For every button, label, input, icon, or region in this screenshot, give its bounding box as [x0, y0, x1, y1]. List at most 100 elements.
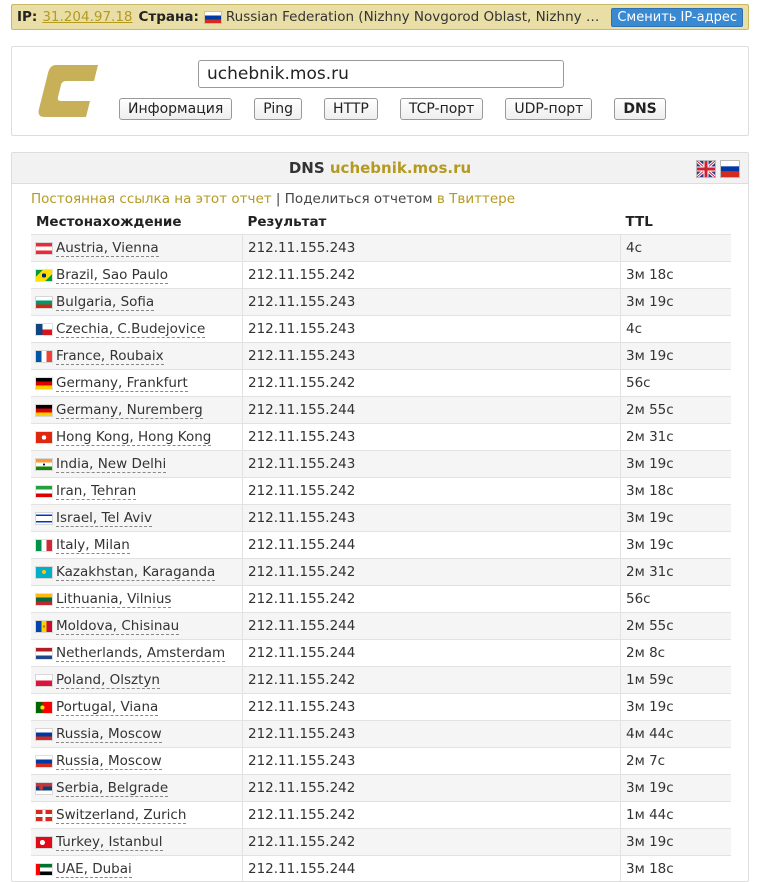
- location-link[interactable]: Serbia, Belgrade: [56, 780, 168, 797]
- results-header: DNS uchebnik.mos.ru: [12, 153, 748, 184]
- twitter-link[interactable]: в Твиттере: [437, 191, 515, 207]
- location-link[interactable]: Germany, Nuremberg: [56, 402, 203, 419]
- cz-flag-icon: [36, 324, 52, 335]
- result-cell: 212.11.155.242: [243, 370, 621, 397]
- table-row: Moldova, Chisinau212.11.155.2442м 55с: [31, 613, 731, 640]
- result-cell: 212.11.155.244: [243, 397, 621, 424]
- location-link[interactable]: Israel, Tel Aviv: [56, 510, 152, 527]
- table-row: Iran, Tehran212.11.155.2423м 18с: [31, 478, 731, 505]
- ttl-cell: 3м 19с: [621, 775, 732, 802]
- table-row: Switzerland, Zurich212.11.155.2421м 44с: [31, 802, 731, 829]
- location-link[interactable]: India, New Delhi: [56, 456, 166, 473]
- location-link[interactable]: Brazil, Sao Paulo: [56, 267, 168, 284]
- location-link[interactable]: Hong Kong, Hong Kong: [56, 429, 211, 446]
- location-cell: Germany, Nuremberg: [31, 397, 243, 424]
- ae-flag-icon: [36, 864, 52, 875]
- column-header-ttl: TTL: [621, 210, 732, 235]
- location-link[interactable]: Russia, Moscow: [56, 753, 162, 770]
- location-cell: Switzerland, Zurich: [31, 802, 243, 829]
- location-link[interactable]: Turkey, Istanbul: [56, 834, 163, 851]
- ttl-cell: 3м 19с: [621, 343, 732, 370]
- location-cell: Brazil, Sao Paulo: [31, 262, 243, 289]
- ttl-cell: 2м 31с: [621, 559, 732, 586]
- lt-flag-icon: [36, 594, 52, 605]
- ttl-cell: 56с: [621, 586, 732, 613]
- ttl-cell: 2м 55с: [621, 397, 732, 424]
- ip-label: IP:: [17, 9, 37, 25]
- ru-flag-icon: [36, 729, 52, 740]
- result-cell: 212.11.155.243: [243, 289, 621, 316]
- location-cell: Turkey, Istanbul: [31, 829, 243, 856]
- location-link[interactable]: Germany, Frankfurt: [56, 375, 188, 392]
- table-row: Kazakhstan, Karaganda 212.11.155.2422м 31…: [31, 559, 731, 586]
- location-cell: Italy, Milan: [31, 532, 243, 559]
- location-cell: Hong Kong, Hong Kong: [31, 424, 243, 451]
- location-link[interactable]: Lithuania, Vilnius: [56, 591, 171, 608]
- result-cell: 212.11.155.243: [243, 316, 621, 343]
- location-cell: Poland, Olsztyn: [31, 667, 243, 694]
- hk-flag-icon: [36, 432, 52, 443]
- location-link[interactable]: UAE, Dubai: [56, 861, 132, 878]
- host-input[interactable]: [198, 60, 564, 88]
- ir-flag-icon: [36, 486, 52, 497]
- location-link[interactable]: Portugal, Viana: [56, 699, 158, 716]
- tab-информация[interactable]: Информация: [119, 98, 232, 120]
- table-row: Italy, Milan212.11.155.2443м 19с: [31, 532, 731, 559]
- result-cell: 212.11.155.242: [243, 667, 621, 694]
- result-cell: 212.11.155.244: [243, 640, 621, 667]
- location-cell: Russia, Moscow: [31, 748, 243, 775]
- result-cell: 212.11.155.242: [243, 559, 621, 586]
- location-cell: Iran, Tehran: [31, 478, 243, 505]
- tab-ping[interactable]: Ping: [254, 98, 302, 120]
- result-cell: 212.11.155.243: [243, 424, 621, 451]
- share-text: Поделиться отчетом: [285, 191, 433, 207]
- table-row: Czechia, C.Budejovice 212.11.155.2434с: [31, 316, 731, 343]
- location-link[interactable]: Czechia, C.Budejovice: [56, 321, 205, 338]
- table-row: Russia, Moscow212.11.155.2434м 44с: [31, 721, 731, 748]
- tab-tcp-порт[interactable]: TCP-порт: [400, 98, 483, 120]
- location-link[interactable]: France, Roubaix: [56, 348, 164, 365]
- br-flag-icon: [36, 270, 52, 281]
- location-link[interactable]: Switzerland, Zurich: [56, 807, 186, 824]
- result-cell: 212.11.155.243: [243, 748, 621, 775]
- location-cell: Kazakhstan, Karaganda: [31, 559, 243, 586]
- table-row: Portugal, Viana212.11.155.2433м 19с: [31, 694, 731, 721]
- ttl-cell: 2м 31с: [621, 424, 732, 451]
- de-flag-icon: [36, 378, 52, 389]
- ttl-cell: 3м 18с: [621, 856, 732, 882]
- location-link[interactable]: Moldova, Chisinau: [56, 618, 179, 635]
- location-link[interactable]: Russia, Moscow: [56, 726, 162, 743]
- rs-flag-icon: [36, 783, 52, 794]
- permalink-link[interactable]: Постоянная ссылка на этот отчет: [31, 191, 272, 207]
- location-link[interactable]: Italy, Milan: [56, 537, 130, 554]
- ttl-cell: 4м 44с: [621, 721, 732, 748]
- change-ip-button[interactable]: Сменить IP-адрес: [611, 8, 743, 27]
- il-flag-icon: [36, 513, 52, 524]
- location-link[interactable]: Bulgaria, Sofia: [56, 294, 154, 311]
- location-link[interactable]: Austria, Vienna: [56, 240, 159, 257]
- de-flag-icon: [36, 405, 52, 416]
- ip-address-link[interactable]: 31.204.97.18: [42, 9, 132, 25]
- ttl-cell: 4с: [621, 316, 732, 343]
- tab-dns[interactable]: DNS: [614, 98, 665, 120]
- location-cell: UAE, Dubai: [31, 856, 243, 882]
- location-link[interactable]: Poland, Olsztyn: [56, 672, 160, 689]
- english-flag-icon[interactable]: [697, 161, 715, 177]
- table-row: Austria, Vienna212.11.155.2434с: [31, 235, 731, 262]
- russian-flag-icon[interactable]: [721, 161, 739, 177]
- table-row: Netherlands, Amsterdam212.11.155.2442м 8…: [31, 640, 731, 667]
- site-logo-icon[interactable]: [38, 65, 98, 117]
- report-links: Постоянная ссылка на этот отчет | Подели…: [31, 191, 515, 207]
- table-row: Israel, Tel Aviv212.11.155.2433м 19с: [31, 505, 731, 532]
- table-row: Russia, Moscow212.11.155.2432м 7с: [31, 748, 731, 775]
- location-link[interactable]: Netherlands, Amsterdam: [56, 645, 225, 662]
- result-cell: 212.11.155.244: [243, 532, 621, 559]
- result-cell: 212.11.155.242: [243, 262, 621, 289]
- table-row: Germany, Nuremberg 212.11.155.2442м 55с: [31, 397, 731, 424]
- location-cell: Bulgaria, Sofia: [31, 289, 243, 316]
- location-cell: Russia, Moscow: [31, 721, 243, 748]
- tab-http[interactable]: HTTP: [324, 98, 378, 120]
- tab-udp-порт[interactable]: UDP-порт: [505, 98, 592, 120]
- location-link[interactable]: Kazakhstan, Karaganda: [56, 564, 215, 581]
- location-link[interactable]: Iran, Tehran: [56, 483, 136, 500]
